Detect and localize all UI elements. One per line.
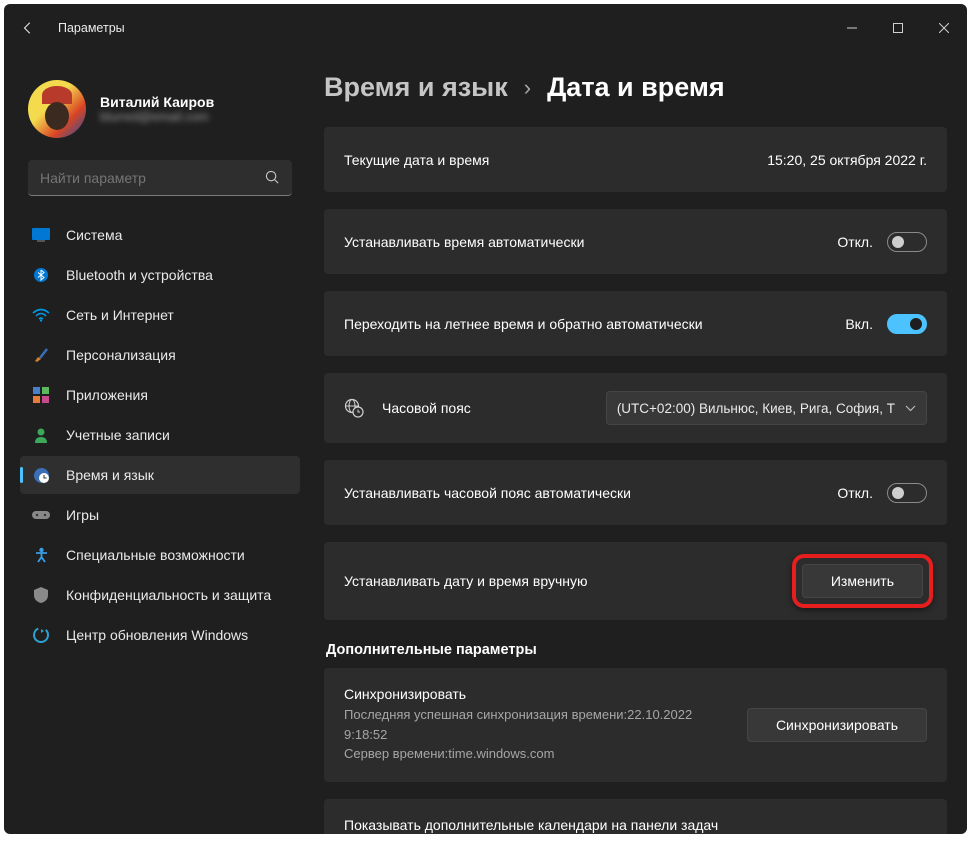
titlebar: Параметры <box>4 4 967 52</box>
settings-window: Параметры Виталий Каиров blurred@email.c… <box>4 4 967 834</box>
user-email: blurred@email.com <box>100 110 214 124</box>
wifi-icon <box>32 306 50 324</box>
minimize-button[interactable] <box>829 12 875 44</box>
window-controls <box>829 12 967 44</box>
search-box[interactable] <box>28 160 292 196</box>
update-icon <box>32 626 50 644</box>
nav-bluetooth[interactable]: Bluetooth и устройства <box>20 256 300 294</box>
clock-globe-icon <box>32 466 50 484</box>
dst-toggle[interactable]: Вкл. <box>845 314 927 334</box>
nav-gaming[interactable]: Игры <box>20 496 300 534</box>
sync-row: Синхронизировать Последняя успешная синх… <box>324 668 947 782</box>
manual-datetime-row: Устанавливать дату и время вручную Измен… <box>324 542 947 620</box>
timezone-row: Часовой пояс (UTC+02:00) Вильнюс, Киев, … <box>324 373 947 443</box>
chevron-down-icon <box>905 405 916 412</box>
bluetooth-icon <box>32 266 50 284</box>
avatar <box>28 80 86 138</box>
system-icon <box>32 226 50 244</box>
timezone-dropdown[interactable]: (UTC+02:00) Вильнюс, Киев, Рига, София, … <box>606 391 927 425</box>
auto-tz-toggle[interactable]: Откл. <box>837 483 927 503</box>
accessibility-icon <box>32 546 50 564</box>
sync-now-button[interactable]: Синхронизировать <box>747 708 927 742</box>
breadcrumb-parent[interactable]: Время и язык <box>324 72 508 103</box>
highlight-annotation: Изменить <box>792 554 933 608</box>
toggle-switch[interactable] <box>887 232 927 252</box>
nav-apps[interactable]: Приложения <box>20 376 300 414</box>
nav-list: Система Bluetooth и устройства Сеть и Ин… <box>20 216 300 654</box>
chevron-right-icon: › <box>524 75 531 101</box>
main-content: Время и язык › Дата и время Текущие дата… <box>304 52 967 834</box>
brush-icon <box>32 346 50 364</box>
nav-system[interactable]: Система <box>20 216 300 254</box>
additional-calendars-row: Показывать дополнительные календари на п… <box>324 799 947 835</box>
nav-accessibility[interactable]: Специальные возможности <box>20 536 300 574</box>
search-input[interactable] <box>40 170 265 186</box>
auto-tz-row: Устанавливать часовой пояс автоматически… <box>324 460 947 525</box>
breadcrumb: Время и язык › Дата и время <box>324 72 959 103</box>
settings-content[interactable]: Текущие дата и время 15:20, 25 октября 2… <box>324 127 959 834</box>
nav-time-language[interactable]: Время и язык <box>20 456 300 494</box>
apps-icon <box>32 386 50 404</box>
auto-time-row: Устанавливать время автоматически Откл. <box>324 209 947 274</box>
close-button[interactable] <box>921 12 967 44</box>
globe-clock-icon <box>344 398 366 418</box>
current-datetime-value: 15:20, 25 октября 2022 г. <box>767 152 927 168</box>
gamepad-icon <box>32 506 50 524</box>
window-title: Параметры <box>52 21 125 35</box>
current-datetime-row: Текущие дата и время 15:20, 25 октября 2… <box>324 127 947 192</box>
last-sync-text: Последняя успешная синхронизация времени… <box>344 705 727 744</box>
user-profile[interactable]: Виталий Каиров blurred@email.com <box>28 80 300 138</box>
auto-time-toggle[interactable]: Откл. <box>837 232 927 252</box>
nav-privacy[interactable]: Конфиденциальность и защита <box>20 576 300 614</box>
back-button[interactable] <box>4 4 52 52</box>
toggle-switch[interactable] <box>887 314 927 334</box>
nav-personalization[interactable]: Персонализация <box>20 336 300 374</box>
user-name: Виталий Каиров <box>100 94 214 110</box>
shield-icon <box>32 586 50 604</box>
nav-windows-update[interactable]: Центр обновления Windows <box>20 616 300 654</box>
nav-network[interactable]: Сеть и Интернет <box>20 296 300 334</box>
dst-row: Переходить на летнее время и обратно авт… <box>324 291 947 356</box>
breadcrumb-current: Дата и время <box>547 72 725 103</box>
additional-heading: Дополнительные параметры <box>326 642 947 658</box>
sidebar: Виталий Каиров blurred@email.com Система… <box>4 52 304 834</box>
time-server-text: Сервер времени:time.windows.com <box>344 744 727 764</box>
change-button[interactable]: Изменить <box>802 564 923 598</box>
nav-accounts[interactable]: Учетные записи <box>20 416 300 454</box>
maximize-button[interactable] <box>875 12 921 44</box>
toggle-switch[interactable] <box>887 483 927 503</box>
person-icon <box>32 426 50 444</box>
search-icon <box>265 170 280 185</box>
